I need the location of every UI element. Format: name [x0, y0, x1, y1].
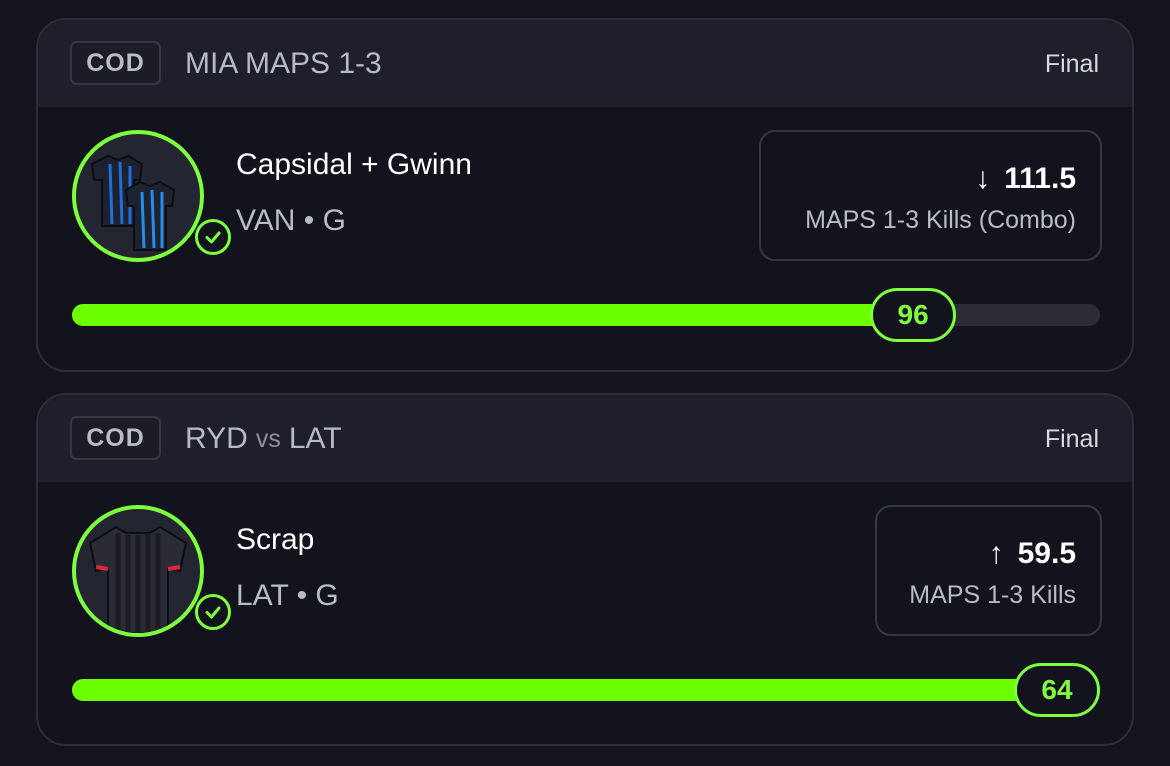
projection-box: ↑ 59.5 MAPS 1-3 Kills: [875, 505, 1102, 636]
stat-label: MAPS 1-3 Kills (Combo): [805, 206, 1076, 234]
player-name: Scrap: [236, 523, 315, 556]
check-icon: [195, 219, 231, 255]
pick-card-2[interactable]: COD RYD vs LAT Final Scrap LAT • G ↑ 59.…: [36, 393, 1134, 746]
card-header: COD RYD vs LAT Final: [38, 395, 1132, 482]
pick-card-1[interactable]: COD MIA MAPS 1-3 Final Capsidal + Gwinn …: [36, 18, 1134, 372]
jersey-pair-icon: [90, 154, 176, 251]
match-team1: RYD: [185, 422, 248, 455]
arrow-up-icon: ↑: [988, 537, 1004, 570]
jersey-icon: [88, 525, 188, 633]
check-icon: [195, 594, 231, 630]
match-team2: LAT: [288, 422, 342, 455]
line-value: 59.5: [1017, 537, 1076, 570]
league-badge: COD: [70, 416, 161, 460]
player-team-position: VAN • G: [236, 204, 346, 237]
result-progress-bar: 96: [72, 288, 1100, 342]
line-value: 111.5: [1004, 162, 1076, 195]
projection-box: ↓ 111.5 MAPS 1-3 Kills (Combo): [759, 130, 1102, 261]
result-progress-bar: 64: [72, 663, 1100, 717]
progress-fill: [72, 679, 1100, 701]
card-header: COD MIA MAPS 1-3 Final: [38, 20, 1132, 107]
player-avatar: [72, 130, 231, 262]
match-vs: vs: [255, 424, 281, 453]
player-team-position: LAT • G: [236, 579, 339, 612]
game-status: Final: [1044, 424, 1099, 453]
result-value-pill: 96: [870, 288, 957, 342]
stat-label: MAPS 1-3 Kills: [909, 581, 1076, 609]
progress-fill: [72, 304, 957, 326]
result-value-pill: 64: [1014, 663, 1100, 717]
match-team1: MIA MAPS 1-3: [185, 47, 382, 80]
game-status: Final: [1044, 49, 1099, 78]
arrow-down-icon: ↓: [975, 162, 991, 195]
player-name: Capsidal + Gwinn: [236, 148, 472, 181]
match-title: MIA MAPS 1-3: [185, 42, 382, 86]
league-badge: COD: [70, 41, 161, 85]
player-avatar: [72, 505, 231, 637]
match-title: RYD vs LAT: [185, 417, 342, 461]
